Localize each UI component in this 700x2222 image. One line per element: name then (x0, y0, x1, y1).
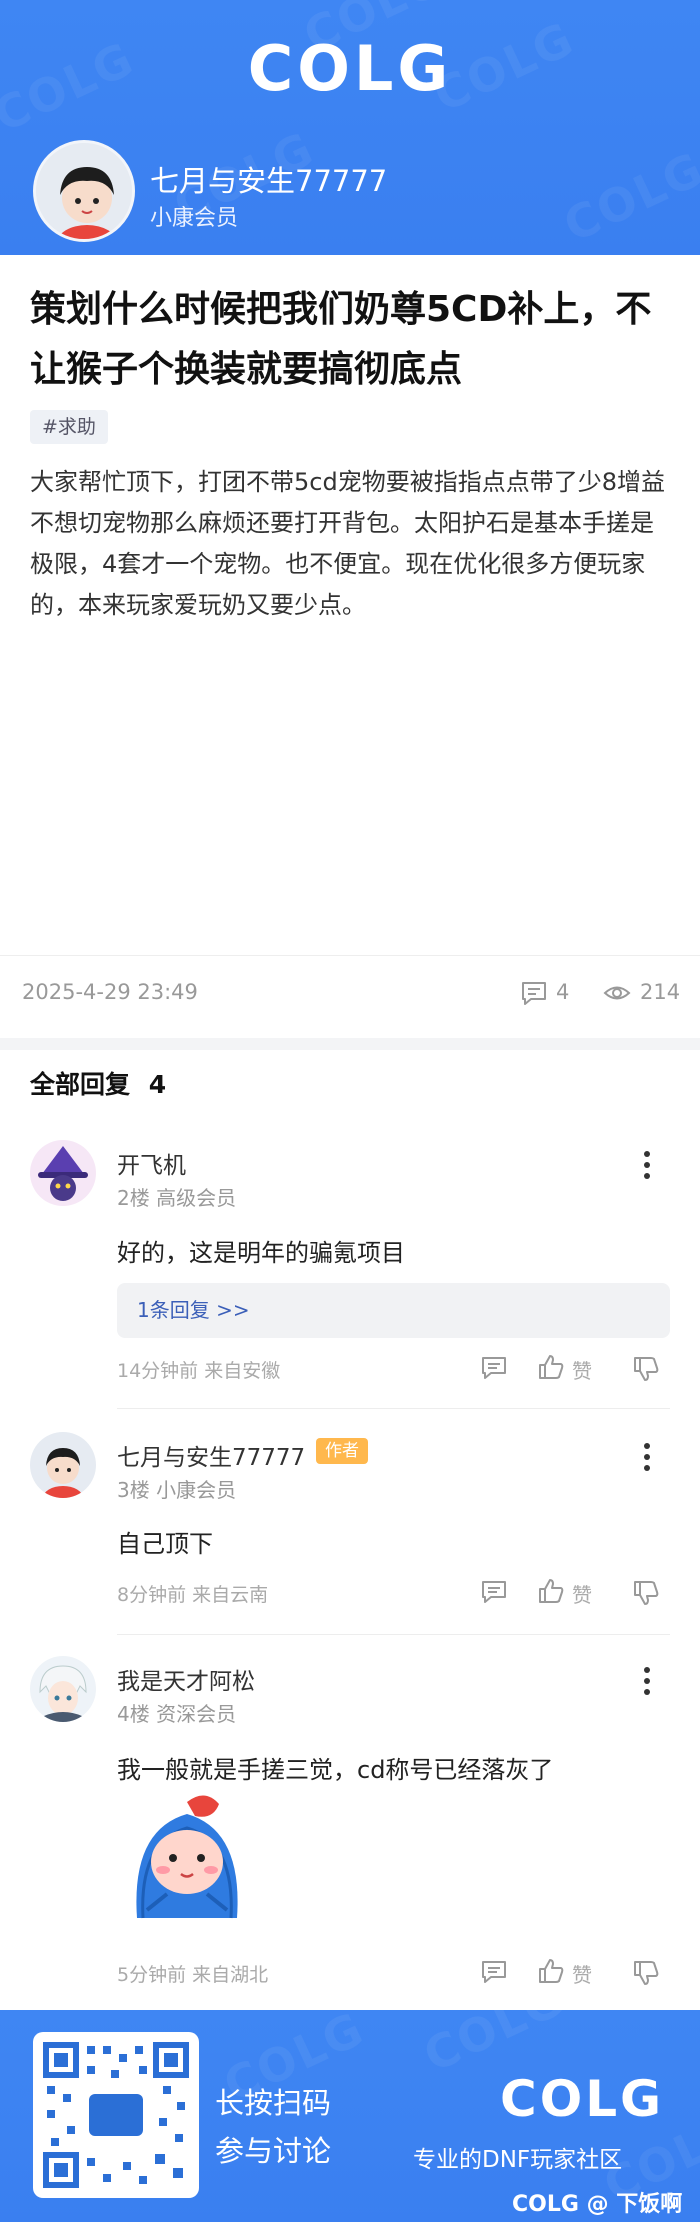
reply-divider (117, 1408, 670, 1409)
watermark-credit: COLG @ 下饭啊 (512, 2192, 683, 2217)
reply-avatar[interactable] (30, 1656, 96, 1722)
reply-text: 自己顶下 (117, 1530, 213, 1558)
replies-label: 全部回复 (30, 1070, 131, 1099)
dislike-icon[interactable] (632, 1959, 660, 1987)
replies-count: 4 (148, 1070, 167, 1099)
dislike-icon[interactable] (632, 1579, 660, 1607)
reply-icon[interactable] (480, 1354, 508, 1382)
more-options-icon[interactable] (637, 1440, 657, 1476)
author-name[interactable]: 七月与安生77777 (150, 158, 387, 200)
post-title: 策划什么时候把我们奶尊5CD补上，不让猴子个换装就要搞彻底点 (30, 289, 652, 390)
qr-code[interactable] (33, 2032, 199, 2198)
author-avatar[interactable] (33, 140, 135, 242)
reply-time-location: 5分钟前 来自湖北 (117, 1964, 269, 1986)
reply-text: 好的，这是明年的骗氪项目 (117, 1239, 405, 1267)
reply-time-location: 8分钟前 来自云南 (117, 1584, 269, 1606)
reply-text: 我一般就是手搓三觉，cd称号已经落灰了 (117, 1756, 554, 1784)
divider (0, 955, 700, 956)
like-icon[interactable] (537, 1957, 565, 1985)
reply-icon[interactable] (480, 1578, 508, 1606)
author-badge: 作者 (316, 1438, 368, 1464)
slogan: 专业的DNF玩家社区 (413, 2147, 623, 2173)
like-label[interactable]: 赞 (572, 1959, 592, 1988)
colg-logo[interactable]: COLG (0, 32, 700, 105)
reply-username[interactable]: 我是天才阿松 (117, 1662, 255, 1696)
join-discussion-label: 参与讨论 (215, 2134, 332, 2168)
dislike-icon[interactable] (632, 1355, 660, 1383)
reply-username[interactable]: 开飞机 (117, 1146, 186, 1180)
reply-icon[interactable] (480, 1958, 508, 1986)
post-date: 2025-4-29 23:49 (22, 980, 198, 1004)
eye-icon (603, 986, 631, 1000)
reply-floor-level: 2楼 高级会员 (117, 1186, 237, 1210)
like-label[interactable]: 赞 (572, 1579, 592, 1608)
like-icon[interactable] (537, 1577, 565, 1605)
like-icon[interactable] (537, 1353, 565, 1381)
reply-time-location: 14分钟前 来自安徽 (117, 1360, 281, 1382)
comment-count: 4 (556, 980, 570, 1004)
post-body: 大家帮忙顶下，打团不带5cd宠物要被指指点点带了少8增益 不想切宠物那么麻烦还要… (30, 468, 665, 619)
reply-avatar[interactable] (30, 1140, 96, 1206)
post-header: COLG COLG COLG COLG COLG COLG 七月与安生77777… (0, 0, 700, 255)
share-footer: COLG COLG COLG 长按扫码 参与讨论 COLG 专业的DNF玩家社区… (0, 2010, 700, 2222)
sticker-image (136, 1795, 238, 1919)
scan-label: 长按扫码 (215, 2086, 332, 2120)
like-label[interactable]: 赞 (572, 1355, 592, 1384)
comment-icon[interactable] (520, 980, 548, 1006)
more-options-icon[interactable] (637, 1664, 657, 1700)
replies-header: 全部回复 4 (30, 1065, 166, 1101)
reply-floor-level: 4楼 资深会员 (117, 1702, 237, 1726)
view-count: 214 (640, 980, 681, 1004)
more-options-icon[interactable] (637, 1148, 657, 1184)
reply-username[interactable]: 七月与安生77777 (117, 1438, 305, 1472)
reply-avatar[interactable] (30, 1432, 96, 1498)
colg-logo-footer: COLG (500, 2070, 665, 2128)
author-level: 小康会员 (150, 206, 239, 231)
sub-reply-link[interactable]: 1条回复 >> (117, 1283, 670, 1338)
post-tag[interactable]: #求助 (30, 410, 108, 444)
section-divider (0, 1038, 700, 1050)
reply-floor-level: 3楼 小康会员 (117, 1478, 237, 1502)
reply-divider (117, 1634, 670, 1635)
